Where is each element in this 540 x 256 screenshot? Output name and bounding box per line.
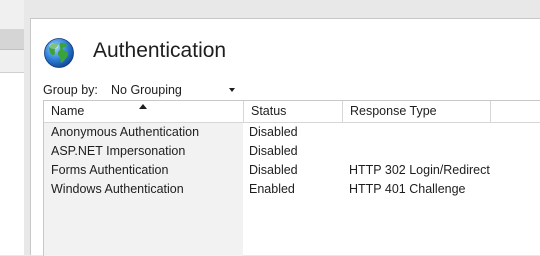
- cell-name: Windows Authentication: [51, 182, 184, 196]
- connections-pane-header: [0, 29, 24, 50]
- features-list: Name Status Response Type Anonymous Auth…: [43, 100, 540, 256]
- table-row[interactable]: Windows Authentication Enabled HTTP 401 …: [44, 180, 540, 199]
- cell-status: Disabled: [249, 163, 298, 177]
- table-row[interactable]: ASP.NET Impersonation Disabled: [44, 142, 540, 161]
- sort-ascending-icon: [139, 104, 147, 109]
- column-header-name-label: Name: [51, 104, 85, 118]
- group-by-label: Group by:: [43, 83, 98, 97]
- column-header-response-type-label: Response Type: [350, 104, 437, 118]
- cell-response-type: HTTP 302 Login/Redirect: [349, 163, 490, 177]
- title-row: Authentication: [31, 19, 540, 71]
- column-header-response-type[interactable]: Response Type: [343, 101, 491, 122]
- list-header: Name Status Response Type: [44, 101, 540, 123]
- page-title: Authentication: [93, 39, 227, 62]
- cell-name: ASP.NET Impersonation: [51, 144, 186, 158]
- column-header-empty[interactable]: [491, 101, 540, 122]
- group-by-dropdown[interactable]: No Grouping: [107, 80, 235, 100]
- column-header-status[interactable]: Status: [244, 101, 343, 122]
- column-header-status-label: Status: [251, 104, 287, 118]
- globe-icon: [44, 38, 74, 68]
- cell-status: Enabled: [249, 182, 295, 196]
- table-row[interactable]: Anonymous Authentication Disabled: [44, 123, 540, 142]
- cell-response-type: HTTP 401 Challenge: [349, 182, 466, 196]
- connections-tree[interactable]: [0, 72, 24, 255]
- group-by-row: Group by: No Grouping: [43, 79, 253, 101]
- cell-status: Disabled: [249, 125, 298, 139]
- connections-pane: [0, 0, 24, 255]
- chevron-down-icon: [229, 88, 235, 92]
- feature-pane: Authentication Group by: No Grouping Nam…: [30, 18, 540, 256]
- cell-name: Forms Authentication: [51, 163, 169, 177]
- cell-status: Disabled: [249, 144, 298, 158]
- column-header-name[interactable]: Name: [44, 101, 244, 122]
- cell-name: Anonymous Authentication: [51, 125, 200, 139]
- group-by-value: No Grouping: [111, 83, 182, 97]
- table-row[interactable]: Forms Authentication Disabled HTTP 302 L…: [44, 161, 540, 180]
